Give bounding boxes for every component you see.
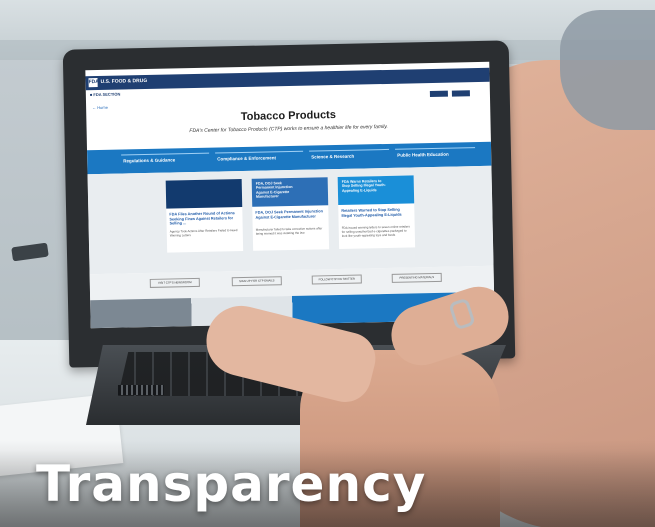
- materials-link[interactable]: PRESENTING MATERIALS: [391, 272, 442, 283]
- tab-divider: [309, 148, 390, 152]
- news-card[interactable]: FDA, DOJ Seek Permanent Injunction Again…: [251, 177, 330, 251]
- laptop-screen: FDA U.S. FOOD & DRUG ■ FDA SECTION ← Hom…: [85, 61, 495, 329]
- tab-science[interactable]: Science & Research: [311, 154, 354, 160]
- section-label: ■ FDA SECTION: [89, 91, 121, 98]
- caption-title: Transparency: [36, 455, 427, 513]
- tab-divider: [215, 150, 304, 154]
- home-link[interactable]: ← Home: [92, 105, 108, 110]
- news-section: FDA Files Another Round of Actions Seeki…: [87, 165, 494, 275]
- tab-divider: [395, 147, 476, 150]
- tab-regulations[interactable]: Regulations & Guidance: [123, 157, 175, 163]
- tab-education[interactable]: Public Health Education: [397, 152, 449, 158]
- header-button[interactable]: [429, 90, 448, 98]
- tab-divider: [121, 152, 210, 156]
- news-card[interactable]: FDA Files Another Round of Actions Seeki…: [165, 179, 244, 253]
- twitter-link[interactable]: FOLLOW CTP ON TWITTER: [311, 274, 362, 285]
- laptop-ports: [118, 385, 164, 395]
- card-title[interactable]: FDA Files Another Round of Actions Seeki…: [169, 211, 239, 227]
- card-image-text: FDA, DOJ Seek Permanent Injunction Again…: [255, 181, 293, 199]
- fda-header-bar: FDA U.S. FOOD & DRUG: [85, 67, 490, 91]
- tab-compliance[interactable]: Compliance & Enforcement: [217, 155, 276, 161]
- card-image-text: FDA Warns Retailers to Stop Selling Ille…: [341, 179, 386, 193]
- emails-link[interactable]: SIGN UP FOR CTP EMAILS: [231, 276, 282, 287]
- agency-name: U.S. FOOD & DRUG: [100, 77, 148, 85]
- card-image-text: [170, 183, 214, 184]
- newsroom-link[interactable]: VISIT CTP'S NEWSROOM: [149, 277, 200, 288]
- news-card[interactable]: FDA Warns Retailers to Stop Selling Ille…: [337, 175, 416, 249]
- card-image: FDA, DOJ Seek Permanent Injunction Again…: [251, 177, 329, 207]
- fda-logo: FDA: [88, 78, 99, 88]
- card-image: [165, 179, 243, 209]
- card-desc: Manufacturer failed to take corrective a…: [255, 226, 323, 236]
- card-desc: Agency Took Actions After Retailers Fail…: [169, 228, 238, 238]
- card-desc: FDA issued warning letters to seven onli…: [341, 224, 410, 238]
- card-image: FDA Warns Retailers to Stop Selling Ille…: [337, 175, 415, 205]
- header-button[interactable]: [451, 90, 470, 97]
- card-title[interactable]: Retailers Warned to Stop Selling Illegal…: [341, 207, 411, 218]
- card-title[interactable]: FDA, DOJ Seek Permanent Injunction Again…: [255, 209, 325, 220]
